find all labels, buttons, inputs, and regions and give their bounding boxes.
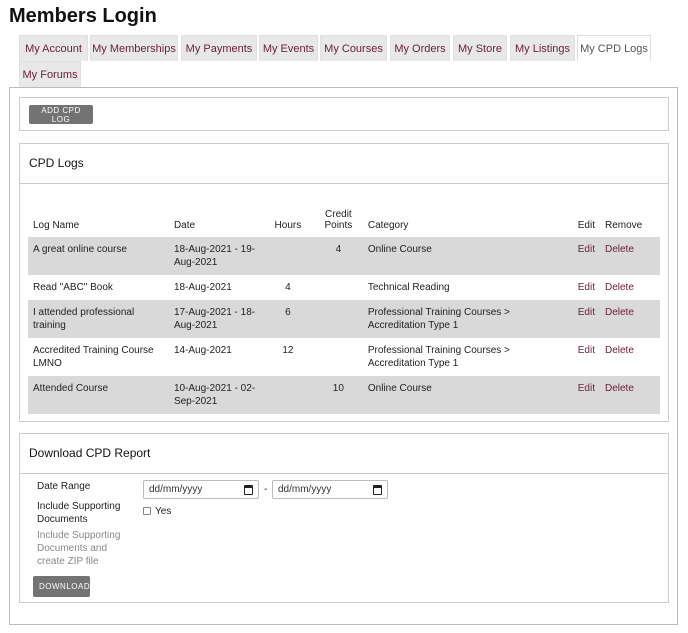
download-report-box: Download CPD Report Date Range dd/mm/yyy… (19, 433, 669, 603)
col-credit-line1: Credit (325, 209, 352, 220)
include-docs-checkbox[interactable] (143, 507, 151, 515)
include-docs-help: Include Supporting Documents and create … (37, 530, 121, 567)
log-name: Accredited Training Course LMNO (33, 345, 154, 369)
tab-my-account[interactable]: My Account (19, 35, 88, 61)
log-date: 18-Aug-2021 - 19-Aug-2021 (168, 237, 262, 275)
log-hours (261, 376, 314, 414)
tab-my-cpd-logs[interactable]: My CPD Logs (577, 35, 651, 61)
log-points: 10 (313, 376, 363, 414)
calendar-icon[interactable] (244, 485, 253, 495)
log-category: Professional Training Courses > Accredit… (367, 345, 510, 369)
table-row: Accredited Training Course LMNO 14-Aug-2… (28, 338, 660, 376)
table-row: A great online course 18-Aug-2021 - 19-A… (28, 237, 660, 275)
log-name: Attended Course (28, 376, 169, 414)
table-row: Read "ABC" Book 18-Aug-2021 4 Technical … (28, 275, 660, 300)
tab-my-store[interactable]: My Store (453, 35, 507, 61)
start-date-input[interactable]: dd/mm/yyyy (143, 480, 259, 499)
delete-link[interactable]: Delete (605, 282, 634, 293)
edit-link[interactable]: Edit (578, 244, 595, 255)
log-name: I attended professional training (28, 300, 169, 338)
cpd-logs-table: Log Name Date Hours Credit Points Catego… (28, 202, 660, 414)
col-credit-points: Credit Points (314, 202, 363, 237)
tab-my-courses[interactable]: My Courses (320, 35, 387, 61)
delete-link[interactable]: Delete (605, 244, 634, 255)
tab-my-forums[interactable]: My Forums (19, 61, 81, 87)
edit-link[interactable]: Edit (578, 383, 595, 394)
col-log-name: Log Name (33, 220, 80, 231)
col-credit-line2: Points (324, 220, 353, 231)
log-date: 18-Aug-2021 (173, 282, 232, 293)
log-hours (261, 237, 314, 275)
download-report-title: Download CPD Report (29, 446, 151, 460)
log-date: 14-Aug-2021 (173, 345, 232, 356)
log-category: Online Course (362, 376, 573, 414)
date-range-label: Date Range (37, 481, 91, 492)
log-name: Read "ABC" Book (33, 282, 113, 293)
add-log-box: ADD CPD LOG (19, 97, 669, 131)
edit-link[interactable]: Edit (578, 307, 595, 318)
log-hours: 12 (282, 345, 294, 356)
download-button[interactable]: DOWNLOAD (33, 576, 90, 597)
log-category: Technical Reading (367, 282, 450, 293)
tab-my-events[interactable]: My Events (259, 35, 318, 61)
page-title: Members Login (9, 5, 157, 27)
end-date-input[interactable]: dd/mm/yyyy (272, 480, 388, 499)
col-date: Date (173, 220, 196, 231)
cpd-logs-title: CPD Logs (29, 156, 84, 170)
log-points: 4 (313, 237, 363, 275)
edit-link[interactable]: Edit (578, 282, 595, 293)
delete-link[interactable]: Delete (605, 307, 634, 318)
col-category: Category (367, 220, 409, 231)
calendar-icon[interactable] (373, 485, 382, 495)
tab-my-orders[interactable]: My Orders (390, 35, 450, 61)
include-docs-label: Include Supporting Documents (37, 501, 121, 525)
log-hours: 6 (261, 300, 314, 338)
log-points (314, 275, 363, 300)
col-edit: Edit (577, 220, 595, 231)
tab-content-panel: ADD CPD LOG CPD Logs Log Name Date Hours… (9, 87, 678, 625)
log-date: 10-Aug-2021 - 02-Sep-2021 (168, 376, 262, 414)
log-points (313, 300, 363, 338)
tab-my-listings[interactable]: My Listings (510, 35, 575, 61)
col-remove: Remove (604, 220, 643, 231)
log-date: 17-Aug-2021 - 18-Aug-2021 (168, 300, 262, 338)
log-category: Professional Training Courses > Accredit… (362, 300, 573, 338)
tab-my-memberships[interactable]: My Memberships (90, 35, 178, 61)
log-name: A great online course (28, 237, 169, 275)
cpd-logs-header: CPD Logs (20, 144, 668, 184)
table-row: Attended Course 10-Aug-2021 - 02-Sep-202… (28, 376, 660, 414)
table-header-row: Log Name Date Hours Credit Points Catego… (28, 202, 660, 237)
tab-my-payments[interactable]: My Payments (181, 35, 257, 61)
table-row: I attended professional training 17-Aug-… (28, 300, 660, 338)
log-hours: 4 (285, 282, 291, 293)
start-date-placeholder: dd/mm/yyyy (149, 484, 203, 495)
end-date-placeholder: dd/mm/yyyy (278, 484, 332, 495)
download-report-header: Download CPD Report (20, 434, 668, 474)
edit-link[interactable]: Edit (578, 345, 595, 356)
add-cpd-log-button[interactable]: ADD CPD LOG (29, 105, 93, 124)
log-points (314, 338, 363, 376)
cpd-logs-box: CPD Logs Log Name Date Hours Credit Poin… (19, 143, 669, 422)
col-hours: Hours (274, 220, 302, 231)
log-category: Online Course (362, 237, 573, 275)
delete-link[interactable]: Delete (605, 345, 634, 356)
delete-link[interactable]: Delete (605, 383, 634, 394)
include-docs-yes-label[interactable]: Yes (155, 505, 171, 518)
date-range-separator: - (264, 484, 268, 495)
